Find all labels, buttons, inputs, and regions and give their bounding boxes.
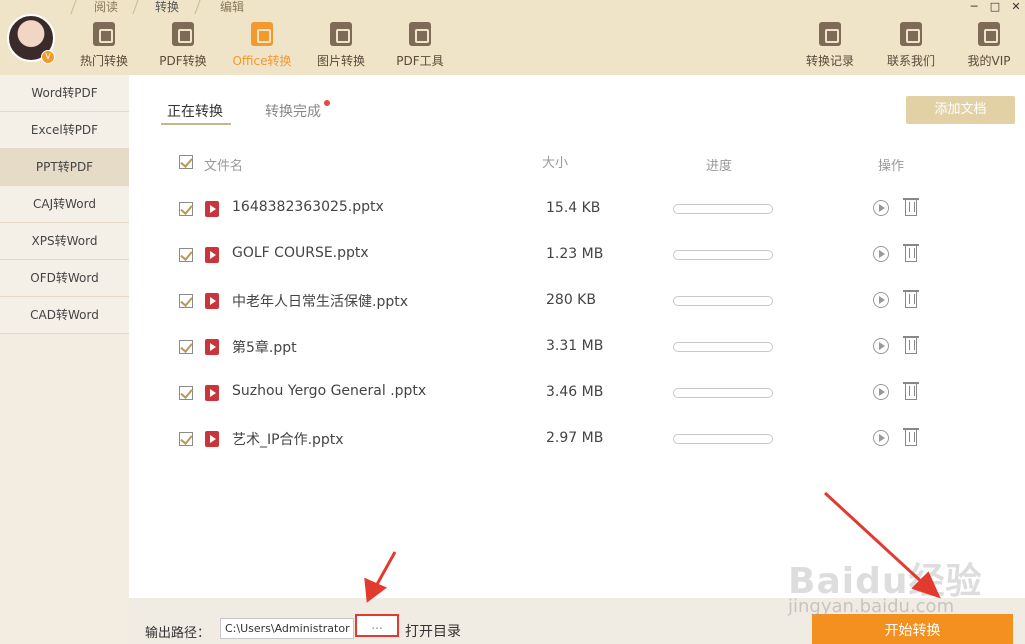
add-document-button[interactable]: 添加文档 [906, 96, 1015, 124]
ppt-file-icon [205, 247, 219, 263]
column-header-actions: 操作 [878, 159, 905, 174]
pdf-doc-icon [172, 22, 194, 46]
maximize-button[interactable]: □ [989, 1, 1001, 12]
baidu-watermark-url: jingyan.baidu.com [788, 596, 955, 617]
sidebar-item-excel-to-pdf[interactable]: Excel转PDF [0, 112, 129, 149]
row-checkbox[interactable] [179, 294, 193, 308]
crown-icon [978, 22, 1000, 46]
nav-history[interactable]: 转换记录 [795, 22, 865, 72]
progress-bar [673, 388, 773, 398]
output-path-field[interactable]: C:\Users\Administrator [220, 618, 354, 639]
row-checkbox[interactable] [179, 340, 193, 354]
notification-dot-icon [324, 100, 330, 106]
column-header-size: 大小 [542, 156, 569, 171]
nav-pdf-convert[interactable]: PDF转换 [148, 22, 218, 72]
trash-icon[interactable] [903, 198, 919, 216]
trash-icon[interactable] [903, 336, 919, 354]
history-icon [819, 22, 841, 46]
table-row: 1648382363025.pptx 15.4 KB [129, 180, 1025, 226]
file-name: 艺术_IP合作.pptx [232, 432, 344, 448]
open-directory-link[interactable]: 打开目录 [405, 621, 461, 641]
headset-icon [900, 22, 922, 46]
trash-icon[interactable] [903, 428, 919, 446]
progress-bar [673, 204, 773, 214]
top-tab-edit[interactable]: 编辑 [210, 0, 254, 14]
minimize-button[interactable]: ─ [968, 1, 980, 12]
progress-bar [673, 434, 773, 444]
play-icon[interactable] [873, 200, 889, 216]
trash-icon[interactable] [903, 290, 919, 308]
sidebar-item-ppt-to-pdf[interactable]: PPT转PDF [0, 149, 129, 186]
office-doc-icon [251, 22, 273, 46]
select-all-checkbox[interactable] [179, 155, 193, 169]
sidebar-item-xps-to-word[interactable]: XPS转Word [0, 223, 129, 260]
tab-divider [132, 0, 139, 14]
ppt-file-icon [205, 293, 219, 309]
table-row: GOLF COURSE.pptx 1.23 MB [129, 226, 1025, 272]
nav-vip[interactable]: 我的VIP [954, 22, 1024, 72]
sidebar-item-ofd-to-word[interactable]: OFD转Word [0, 260, 129, 297]
table-row: 艺术_IP合作.pptx 2.97 MB [129, 410, 1025, 456]
toolbox-icon [409, 22, 431, 46]
play-icon[interactable] [873, 292, 889, 308]
ppt-file-icon [205, 431, 219, 447]
file-size: 3.31 MB [546, 338, 604, 354]
sidebar-item-caj-to-word[interactable]: CAJ转Word [0, 186, 129, 223]
row-checkbox[interactable] [179, 432, 193, 446]
file-size: 1.23 MB [546, 246, 604, 262]
progress-bar [673, 342, 773, 352]
table-row: 第5章.ppt 3.31 MB [129, 318, 1025, 364]
image-doc-icon [330, 22, 352, 46]
sidebar-item-word-to-pdf[interactable]: Word转PDF [0, 75, 129, 112]
trash-icon[interactable] [903, 382, 919, 400]
sidebar-item-cad-to-word[interactable]: CAD转Word [0, 297, 129, 334]
progress-bar [673, 250, 773, 260]
nav-image-convert[interactable]: 图片转换 [306, 22, 376, 72]
play-icon[interactable] [873, 246, 889, 262]
star-doc-icon [93, 22, 115, 46]
nav-pdf-tools[interactable]: PDF工具 [385, 22, 455, 72]
play-icon[interactable] [873, 338, 889, 354]
top-tab-read[interactable]: 阅读 [84, 0, 128, 14]
tab-converting[interactable]: 正在转换 [167, 101, 223, 121]
close-button[interactable]: ✕ [1010, 1, 1022, 12]
progress-bar [673, 296, 773, 306]
file-size: 3.46 MB [546, 384, 604, 400]
ppt-file-icon [205, 385, 219, 401]
output-path-label: 输出路径： [145, 626, 211, 641]
file-size: 15.4 KB [546, 200, 601, 216]
table-row: 中老年人日常生活保健.pptx 280 KB [129, 272, 1025, 318]
file-size: 2.97 MB [546, 430, 604, 446]
start-convert-button[interactable]: 开始转换 [812, 614, 1013, 644]
nav-office-convert[interactable]: Office转换 [227, 22, 297, 72]
nav-contact[interactable]: 联系我们 [876, 22, 946, 72]
row-checkbox[interactable] [179, 202, 193, 216]
play-icon[interactable] [873, 384, 889, 400]
play-icon[interactable] [873, 430, 889, 446]
file-name: 1648382363025.pptx [232, 199, 384, 215]
tab-divider [194, 0, 201, 14]
file-name: GOLF COURSE.pptx [232, 245, 369, 261]
ppt-file-icon [205, 339, 219, 355]
tab-divider [70, 0, 77, 14]
table-row: Suzhou Yergo General .pptx 3.46 MB [129, 364, 1025, 410]
top-tab-convert[interactable]: 转换 [145, 0, 189, 14]
file-size: 280 KB [546, 292, 596, 308]
active-tab-indicator [161, 123, 231, 125]
column-header-filename: 文件名 [204, 159, 244, 174]
sidebar: Word转PDF Excel转PDF PPT转PDF CAJ转Word XPS转… [0, 75, 129, 644]
vip-badge-icon: V [41, 50, 55, 64]
top-toolbar: V 阅读 转换 编辑 热门转换 PDF转换 Office转换 图片转换 PDF工… [0, 0, 1025, 75]
file-name: 中老年人日常生活保健.pptx [232, 294, 408, 310]
browse-path-button[interactable]: ... [355, 614, 399, 637]
ppt-file-icon [205, 201, 219, 217]
column-header-progress: 进度 [706, 159, 733, 174]
row-checkbox[interactable] [179, 386, 193, 400]
trash-icon[interactable] [903, 244, 919, 262]
file-name: Suzhou Yergo General .pptx [232, 383, 427, 399]
file-name: 第5章.ppt [232, 340, 297, 356]
row-checkbox[interactable] [179, 248, 193, 262]
tab-done[interactable]: 转换完成 [265, 101, 321, 121]
nav-hot-convert[interactable]: 热门转换 [69, 22, 139, 72]
